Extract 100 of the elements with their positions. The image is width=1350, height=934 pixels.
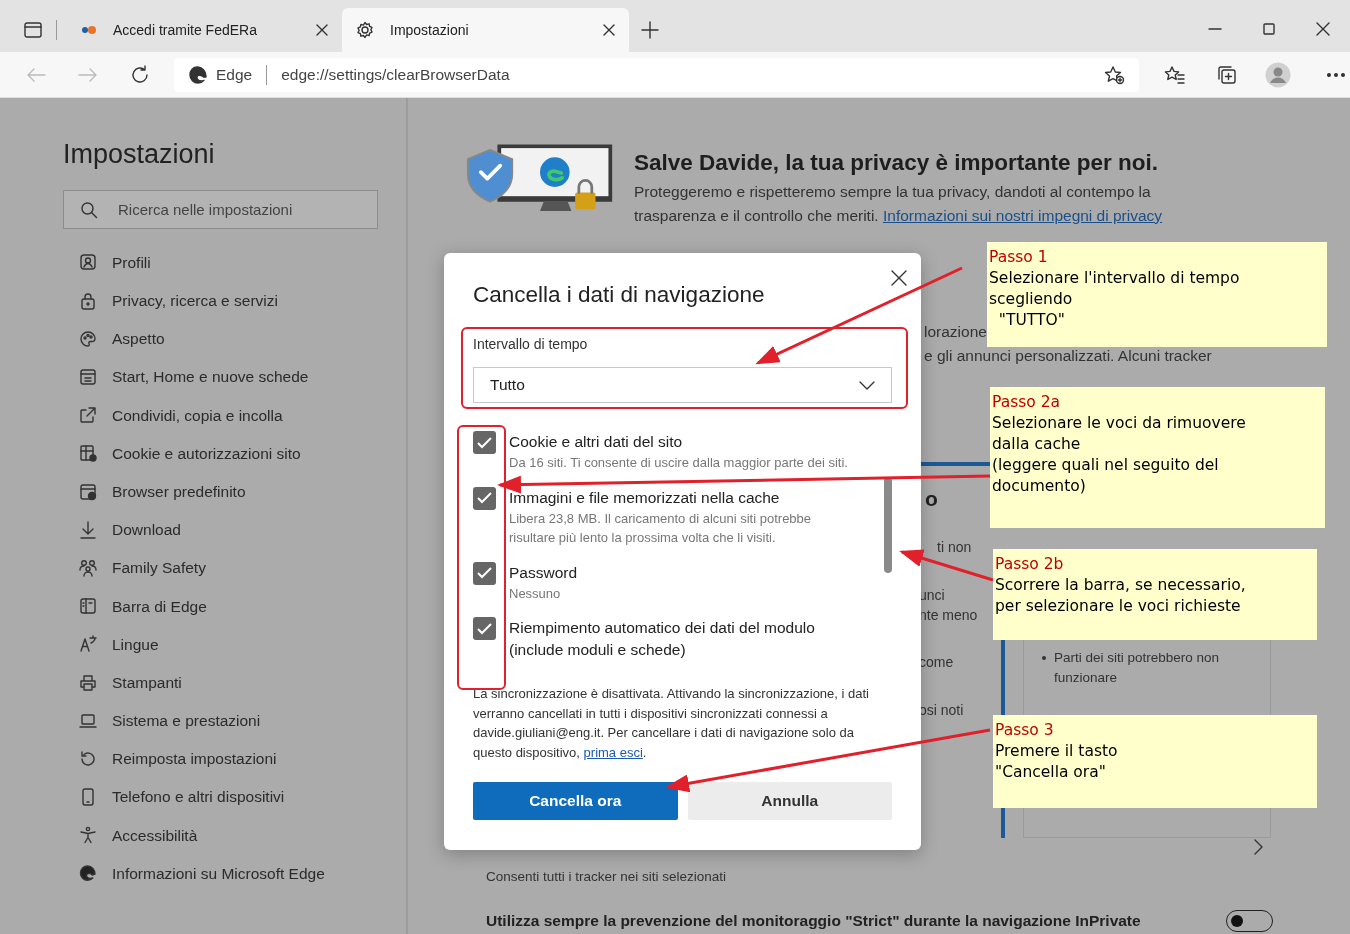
cancel-button[interactable]: Annulla — [687, 782, 892, 820]
sidebar-item[interactable]: Condividi, copia e incolla — [63, 396, 376, 435]
checkbox[interactable] — [473, 561, 496, 585]
text-fragment: lorazione — [924, 321, 987, 342]
sidebar-item[interactable]: Accessibilità — [63, 816, 376, 855]
share-icon — [79, 406, 97, 425]
step-instruction: Scorrere la barra, se necessario, per selezionare le voci richieste — [995, 575, 1247, 617]
option-title: Cookie e altri dati del sito — [509, 432, 684, 452]
accessibility-icon — [79, 826, 97, 845]
sidebar-item[interactable]: Start, Home e nuove schede — [63, 357, 376, 397]
sidebar-item[interactable]: Barra di Edge — [63, 587, 376, 626]
exceptions-description: Consenti tutti i tracker nei siti selezionati — [486, 867, 727, 886]
edge-logo-icon — [188, 64, 208, 85]
search-field[interactable]: Ricerca nelle impostazioni — [63, 190, 378, 230]
scrollbar-thumb[interactable] — [884, 477, 892, 573]
more-icon[interactable] — [1327, 72, 1345, 77]
checkbox[interactable] — [473, 486, 496, 510]
url-text: edge://settings/clearBrowserData — [281, 64, 511, 85]
reset-icon — [79, 749, 97, 768]
dialog-title: Cancella i dati di navigazione — [473, 281, 766, 308]
people-icon — [79, 559, 97, 577]
option-title: Immagini e file memorizzati nella cache — [509, 487, 781, 508]
printer-icon — [79, 673, 97, 692]
sidebar-item[interactable]: Cookie e autorizzazioni sito — [63, 434, 376, 473]
chevron-right-icon[interactable] — [1253, 838, 1263, 855]
checkmark-icon — [477, 567, 492, 579]
sidebar-item[interactable]: Lingue — [63, 625, 376, 664]
strict-inprivate-label: Utilizza sempre la prevenzione del monitoraggio "Strict" durante la navigazione InPrivate — [486, 911, 1141, 931]
sidebar-icon — [79, 597, 97, 616]
site-label: Edge — [216, 64, 253, 85]
sidebar-item[interactable]: Sistema e prestazioni — [63, 701, 376, 740]
sign-out-link[interactable]: prima esci — [583, 744, 643, 760]
checkbox[interactable] — [473, 431, 496, 454]
address-bar[interactable]: Edge edge://settings/clearBrowserData — [174, 57, 1139, 92]
sidebar-item[interactable]: Informazioni su Microsoft Edge — [63, 854, 376, 893]
heading-fragment: o — [925, 485, 938, 511]
browser-tab[interactable]: Accedi tramite FedERa — [67, 8, 342, 52]
add-favorite-icon[interactable] — [1103, 64, 1125, 85]
close-icon[interactable] — [316, 24, 328, 36]
privacy-link[interactable]: Informazioni sui nostri impegni di privacy — [882, 206, 1163, 224]
sidebar-item[interactable]: Profili — [63, 243, 376, 282]
option-title: Password — [509, 562, 579, 583]
window-icon — [79, 368, 97, 387]
sidebar-item[interactable]: Download — [63, 510, 376, 549]
sidebar-item[interactable]: Aspetto — [63, 319, 376, 358]
sidebar-item[interactable]: Telefono e altri dispositivi — [63, 778, 376, 817]
step-instruction: Premere il tasto "Cancella ora" — [995, 741, 1119, 783]
sync-note: La sincronizzazione è disattivata. Attivando la sincronizzazione, i dati verranno cancellati in tutti i dispositivi sincronizzati connessi a davide.giuliani@eng.it. Per cancellare i dati di navigazione solo da questo dispositivo, prima esci. — [473, 685, 870, 762]
sidebar-item[interactable]: Reimposta impostazioni — [63, 739, 376, 778]
option-description: Nessuno — [509, 584, 562, 603]
close-icon[interactable] — [1316, 22, 1330, 36]
cookie-grid-icon — [79, 444, 97, 463]
option-title: Riempimento automatico dei dati del modulo (include moduli e schede) — [509, 618, 816, 660]
phone-icon — [79, 788, 97, 807]
chevron-down-icon — [859, 380, 875, 390]
language-icon — [79, 635, 97, 654]
gear-icon — [356, 21, 374, 39]
time-range-dropdown[interactable]: Tutto — [473, 367, 892, 403]
sidebar-item[interactable]: Privacy, ricerca e servizi — [63, 281, 376, 320]
option-description: Libera 23,8 MB. Il caricamento di alcuni siti potrebbe risultare più lento la prossima volta che li visiti. — [509, 509, 813, 547]
browser-tab[interactable]: Impostazioni — [342, 8, 629, 52]
new-tab-icon[interactable] — [641, 21, 659, 39]
settings-title: Impostazioni — [63, 138, 216, 171]
bullet-text: Parti dei siti potrebbero non funzionare — [1054, 648, 1221, 687]
sidebar-item[interactable]: Family Safety — [63, 548, 376, 588]
step-title: Passo 2b — [995, 554, 1065, 575]
step-title: Passo 1 — [989, 247, 1049, 268]
clear-now-button[interactable]: Cancella ora — [473, 782, 678, 820]
bullet-icon — [1042, 655, 1046, 660]
lock-icon — [79, 291, 97, 310]
intro-text: Proteggeremo e rispetteremo sempre la tua privacy, dandoti al contempo la trasparenza e il controllo che meriti. Informazioni sui nostri impegni di privacy — [634, 181, 1164, 226]
checkmark-icon — [477, 492, 492, 504]
maximize-icon[interactable] — [1262, 22, 1276, 36]
field-label: Intervallo di tempo — [473, 335, 588, 354]
sidebar-item[interactable]: Stampanti — [63, 663, 376, 702]
tab-actions-icon[interactable] — [24, 22, 42, 38]
search-icon — [80, 201, 98, 220]
download-icon — [79, 520, 97, 539]
text-fragment: e gli annunci personalizzati. Alcuni tracker — [924, 345, 1212, 366]
step-instruction: Selezionare le voci da rimuovere dalla cache (leggere quali nel seguito del documento) — [992, 413, 1247, 497]
laptop-icon — [79, 711, 97, 730]
checkmark-icon — [477, 436, 492, 449]
checkbox[interactable] — [473, 617, 496, 640]
profile-avatar-icon[interactable] — [1265, 61, 1291, 88]
favorites-icon[interactable] — [1163, 64, 1185, 85]
sidebar-item[interactable]: Browser predefinito — [63, 472, 376, 511]
refresh-icon[interactable] — [130, 64, 150, 85]
checkmark-icon — [477, 622, 492, 635]
step-title: Passo 2a — [992, 392, 1062, 413]
profile-icon — [79, 253, 97, 272]
text-fragment: ti non — [937, 537, 972, 557]
palette-icon — [79, 329, 97, 348]
favicon-dots-icon — [81, 25, 97, 35]
close-icon[interactable] — [603, 24, 615, 36]
page-heading: Salve Davide, la tua privacy è importante per noi. — [634, 149, 1159, 177]
collections-icon[interactable] — [1217, 64, 1237, 85]
edge-logo-icon — [79, 864, 97, 883]
close-icon — [891, 269, 907, 286]
step-title: Passo 3 — [995, 720, 1055, 741]
option-description: Da 16 siti. Ti consente di uscire dalla maggior parte dei siti. — [509, 454, 849, 472]
